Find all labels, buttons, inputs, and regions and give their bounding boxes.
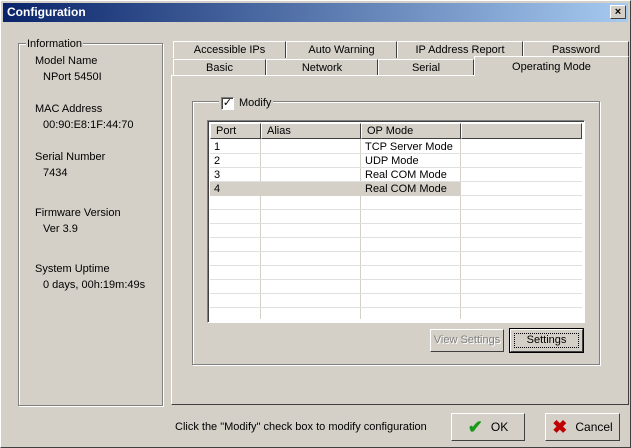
status-text: Click the "Modify" check box to modify c… (175, 421, 427, 433)
column-header-empty (461, 123, 582, 139)
ok-button-label: OK (490, 420, 509, 434)
model-name-label: Model Name (35, 55, 98, 67)
modify-checkbox[interactable]: ✓ (221, 96, 234, 110)
tab-operating-mode[interactable]: Operating Mode (474, 56, 629, 76)
tab-serial[interactable]: Serial (378, 59, 474, 76)
cancel-x-icon: ✖ (552, 417, 568, 437)
table-row[interactable]: 3 Real COM Mode (210, 168, 582, 182)
window-title: Configuration (7, 5, 86, 19)
port-list[interactable]: Port Alias OP Mode 1 TCP Server Mode 2 U… (207, 120, 585, 323)
port-cell: 4 (214, 183, 221, 195)
list-header: Port Alias OP Mode (210, 123, 582, 139)
modify-legend: ✓ Modify (219, 95, 274, 111)
settings-button[interactable]: Settings (509, 328, 584, 353)
row-gridline (210, 209, 582, 210)
view-settings-button[interactable]: View Settings (430, 329, 504, 352)
row-gridline (210, 237, 582, 238)
model-name-value: NPort 5450I (43, 71, 102, 83)
system-uptime-value: 0 days, 00h:19m:49s (43, 279, 146, 291)
op-mode-cell: Real COM Mode (365, 183, 447, 195)
table-row[interactable]: 2 UDP Mode (210, 154, 582, 168)
mac-address-value: 00:90:E8:1F:44:70 (43, 119, 134, 131)
ok-button[interactable]: ✔ OK (451, 413, 525, 441)
tab-basic[interactable]: Basic (173, 59, 266, 76)
row-gridline (210, 223, 582, 224)
row-gridline (210, 265, 582, 266)
op-mode-cell: UDP Mode (365, 155, 419, 167)
column-header-op-mode[interactable]: OP Mode (361, 123, 461, 139)
op-mode-cell: Real COM Mode (365, 169, 447, 181)
column-header-port[interactable]: Port (210, 123, 261, 139)
mac-address-label: MAC Address (35, 103, 103, 115)
cancel-button[interactable]: ✖ Cancel (545, 413, 620, 441)
close-button[interactable]: × (610, 5, 626, 19)
firmware-version-label: Firmware Version (35, 207, 121, 219)
table-row-selected[interactable]: 4 Real COM Mode (210, 182, 460, 196)
title-bar: Configuration × (3, 3, 628, 22)
port-cell: 3 (214, 169, 221, 181)
op-mode-cell: TCP Server Mode (365, 141, 453, 153)
table-row[interactable]: 1 TCP Server Mode (210, 140, 582, 154)
system-uptime-label: System Uptime (35, 263, 110, 275)
information-legend: Information (26, 38, 84, 50)
row-gridline (210, 279, 582, 280)
row-gridline (210, 293, 582, 294)
row-gridline (210, 307, 582, 308)
port-cell: 1 (214, 141, 221, 153)
tab-auto-warning[interactable]: Auto Warning (286, 41, 397, 58)
information-groupbox (18, 43, 163, 406)
checkmark-icon: ✔ (467, 417, 483, 437)
serial-number-value: 7434 (43, 167, 68, 179)
serial-number-label: Serial Number (35, 151, 106, 163)
firmware-version-value: Ver 3.9 (43, 223, 78, 235)
focus-rectangle (514, 333, 579, 348)
cancel-button-label: Cancel (575, 420, 613, 434)
tab-accessible-ips[interactable]: Accessible IPs (173, 41, 286, 58)
modify-label: Modify (239, 97, 272, 109)
column-header-alias[interactable]: Alias (261, 123, 361, 139)
tab-network[interactable]: Network (266, 59, 378, 76)
port-cell: 2 (214, 155, 221, 167)
row-gridline (210, 251, 582, 252)
